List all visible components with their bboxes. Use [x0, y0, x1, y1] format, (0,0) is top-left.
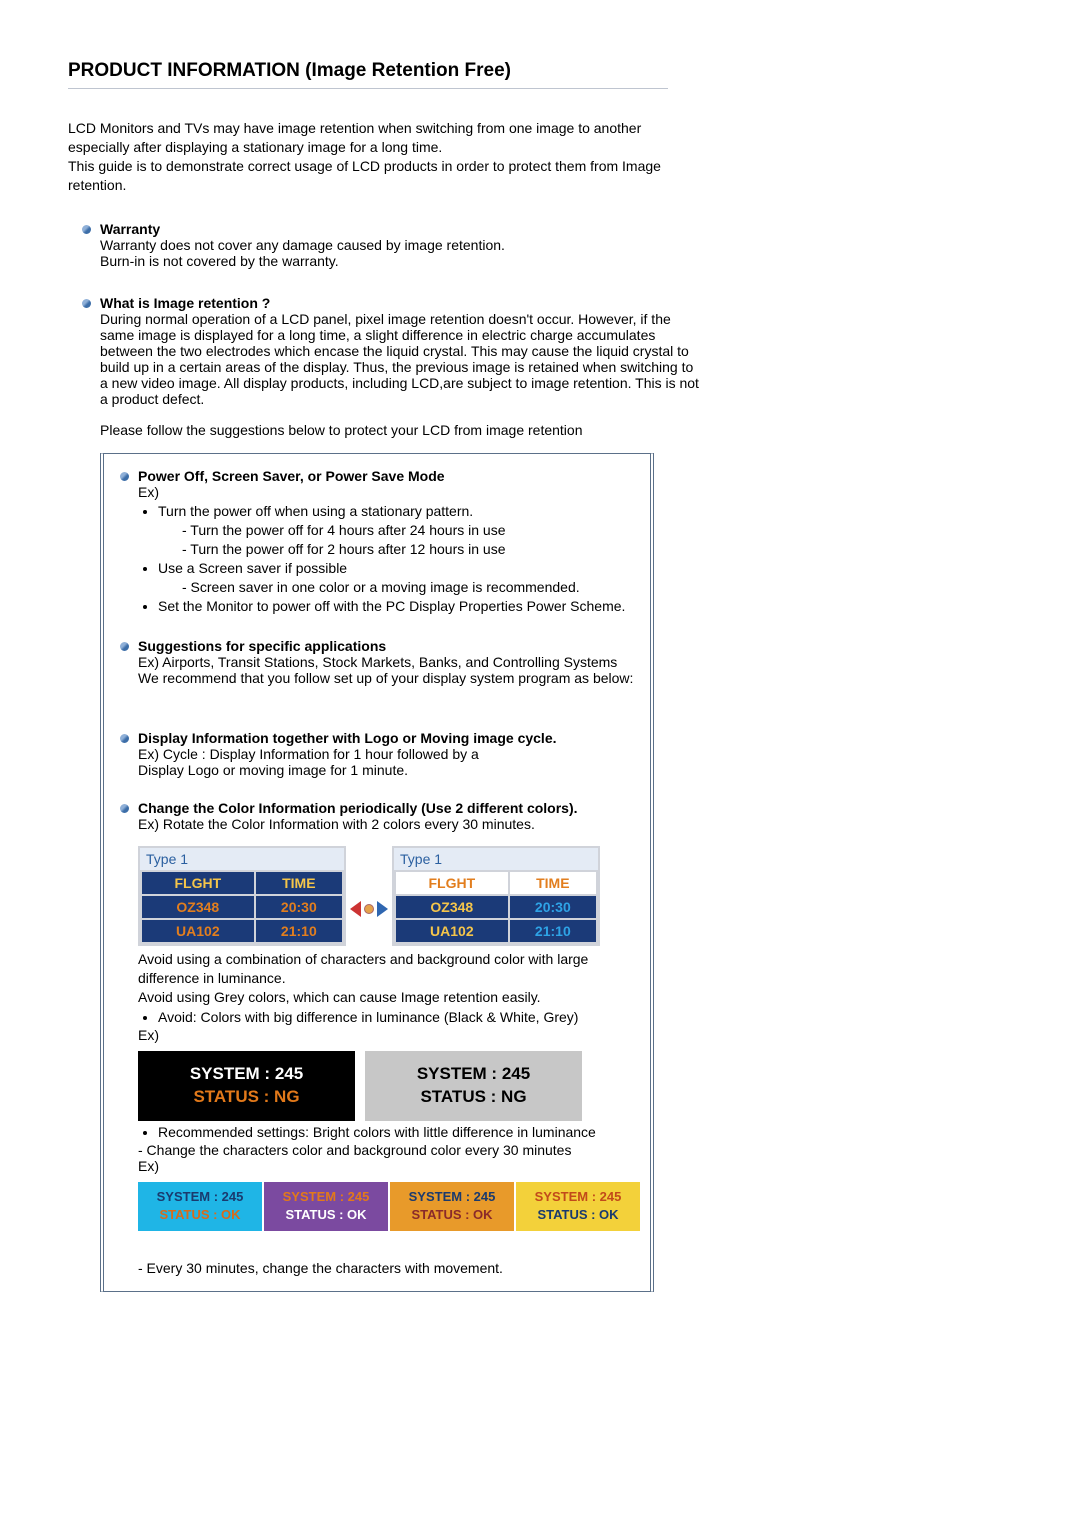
flight-table-left: Type 1 FLGHT TIME OZ348 20:30 UA102 21:1: [138, 846, 346, 946]
rec-purple-l1: SYSTEM : 245: [268, 1188, 384, 1206]
what-is-body: During normal operation of a LCD panel, …: [100, 311, 699, 407]
warranty-line1: Warranty does not cover any damage cause…: [100, 237, 505, 253]
fl-l-h1: FLGHT: [141, 871, 255, 895]
rec-purple-l2: STATUS : OK: [268, 1206, 384, 1224]
rec-orange-l2: STATUS : OK: [394, 1206, 510, 1224]
status-grey-l2: STATUS : NG: [371, 1086, 576, 1109]
rec-li: Recommended settings: Bright colors with…: [158, 1123, 640, 1142]
poweroff-ex: Ex): [138, 484, 159, 500]
rec-cyan-l1: SYSTEM : 245: [142, 1188, 258, 1206]
suggestions-line2: We recommend that you follow set up of y…: [138, 670, 633, 686]
rec-box-orange: SYSTEM : 245 STATUS : OK: [390, 1182, 514, 1230]
poweroff-li1a: - Turn the power off for 4 hours after 2…: [158, 521, 640, 540]
poweroff-li1: Turn the power off when using a stationa…: [158, 502, 640, 559]
warranty-line2: Burn-in is not covered by the warranty.: [100, 253, 339, 269]
avoid-list: Avoid: Colors with big difference in lum…: [138, 1008, 640, 1027]
change-color-line1: Ex) Rotate the Color Information with 2 …: [138, 816, 535, 832]
rec-box-purple: SYSTEM : 245 STATUS : OK: [264, 1182, 388, 1230]
rec-orange-l1: SYSTEM : 245: [394, 1188, 510, 1206]
fl-r-r2c1: UA102: [395, 919, 509, 943]
poweroff-li2: Use a Screen saver if possible - Screen …: [158, 559, 640, 597]
status-box-black: SYSTEM : 245 STATUS : NG: [138, 1051, 355, 1121]
suggestions-section: Suggestions for specific applications Ex…: [108, 638, 640, 686]
fl-l-h2: TIME: [255, 871, 343, 895]
display-cycle-line2: Display Logo or moving image for 1 minut…: [138, 762, 408, 778]
arrow-left-icon: [350, 901, 361, 917]
fl-l-r1c2: 20:30: [255, 895, 343, 919]
suggestions-line1: Ex) Airports, Transit Stations, Stock Ma…: [138, 654, 617, 670]
flight-right-type: Type 1: [394, 848, 598, 870]
avoid-text-2: Avoid using Grey colors, which can cause…: [138, 988, 640, 1007]
rec-box-cyan: SYSTEM : 245 STATUS : OK: [138, 1182, 262, 1230]
what-is-heading: What is Image retention ?: [100, 295, 270, 311]
suggestions-frame: Power Off, Screen Saver, or Power Save M…: [100, 453, 654, 1292]
flight-right-table: FLGHT TIME OZ348 20:30 UA102 21:10: [394, 870, 598, 944]
status-box-grey: SYSTEM : 245 STATUS : NG: [365, 1051, 582, 1121]
rec-yellow-l2: STATUS : OK: [520, 1206, 636, 1224]
flight-table-right: Type 1 FLGHT TIME OZ348 20:30 UA102 21:1: [392, 846, 600, 946]
page-title: PRODUCT INFORMATION (Image Retention Fre…: [68, 60, 838, 82]
rec-list: Recommended settings: Bright colors with…: [138, 1123, 640, 1142]
change-color-section: Change the Color Information periodicall…: [108, 800, 640, 1278]
poweroff-list: Turn the power off when using a stationa…: [138, 502, 640, 615]
fl-r-r1c2: 20:30: [509, 895, 597, 919]
title-rule: [68, 88, 668, 89]
follow-text: Please follow the suggestions below to p…: [68, 421, 838, 440]
flight-left-table: FLGHT TIME OZ348 20:30 UA102 21:10: [140, 870, 344, 944]
display-cycle-line1: Ex) Cycle : Display Information for 1 ho…: [138, 746, 479, 762]
last-line: - Every 30 minutes, change the character…: [138, 1259, 640, 1278]
flight-example-row: Type 1 FLGHT TIME OZ348 20:30 UA102 21:1: [138, 846, 640, 946]
change-color-heading: Change the Color Information periodicall…: [138, 800, 578, 816]
swap-arrows: [346, 846, 392, 946]
flight-left-type: Type 1: [140, 848, 344, 870]
rec-ex-label: Ex): [138, 1158, 159, 1174]
rec-yellow-l1: SYSTEM : 245: [520, 1188, 636, 1206]
status-black-l1: SYSTEM : 245: [144, 1063, 349, 1086]
rec-sub: - Change the characters color and backgr…: [138, 1142, 571, 1158]
arrow-right-icon: [377, 901, 388, 917]
poweroff-li1b: - Turn the power off for 2 hours after 1…: [158, 540, 640, 559]
suggestions-heading: Suggestions for specific applications: [138, 638, 386, 654]
fl-r-r2c2: 21:10: [509, 919, 597, 943]
poweroff-section: Power Off, Screen Saver, or Power Save M…: [108, 468, 640, 615]
rec-cyan-l2: STATUS : OK: [142, 1206, 258, 1224]
poweroff-li3: Set the Monitor to power off with the PC…: [158, 597, 640, 616]
fl-l-r2c2: 21:10: [255, 919, 343, 943]
arrow-mid-icon: [364, 904, 374, 914]
fl-r-r1c1: OZ348: [395, 895, 509, 919]
display-cycle-section: Display Information together with Logo o…: [108, 730, 640, 778]
what-is-section: What is Image retention ? During normal …: [68, 295, 700, 407]
poweroff-heading: Power Off, Screen Saver, or Power Save M…: [138, 468, 445, 484]
intro-p1: LCD Monitors and TVs may have image rete…: [68, 119, 688, 157]
display-cycle-heading: Display Information together with Logo o…: [138, 730, 557, 746]
fl-l-r2c1: UA102: [141, 919, 255, 943]
avoid-ex-label: Ex): [138, 1027, 159, 1043]
warranty-heading: Warranty: [100, 221, 160, 237]
avoid-li: Avoid: Colors with big difference in lum…: [158, 1008, 640, 1027]
fl-r-h1: FLGHT: [395, 871, 509, 895]
status-grey-l1: SYSTEM : 245: [371, 1063, 576, 1086]
intro-block: LCD Monitors and TVs may have image rete…: [68, 119, 688, 195]
avoid-text-1: Avoid using a combination of characters …: [138, 950, 640, 988]
recommended-row: SYSTEM : 245 STATUS : OK SYSTEM : 245 ST…: [138, 1182, 640, 1230]
rec-box-yellow: SYSTEM : 245 STATUS : OK: [516, 1182, 640, 1230]
warranty-section: Warranty Warranty does not cover any dam…: [68, 221, 700, 269]
fl-l-r1c1: OZ348: [141, 895, 255, 919]
status-black-l2: STATUS : NG: [144, 1086, 349, 1109]
poweroff-li2a: - Screen saver in one color or a moving …: [158, 578, 640, 597]
document-page: PRODUCT INFORMATION (Image Retention Fre…: [68, 60, 838, 1292]
status-example-row: SYSTEM : 245 STATUS : NG SYSTEM : 245 ST…: [138, 1051, 640, 1121]
fl-r-h2: TIME: [509, 871, 597, 895]
intro-p2: This guide is to demonstrate correct usa…: [68, 157, 688, 195]
